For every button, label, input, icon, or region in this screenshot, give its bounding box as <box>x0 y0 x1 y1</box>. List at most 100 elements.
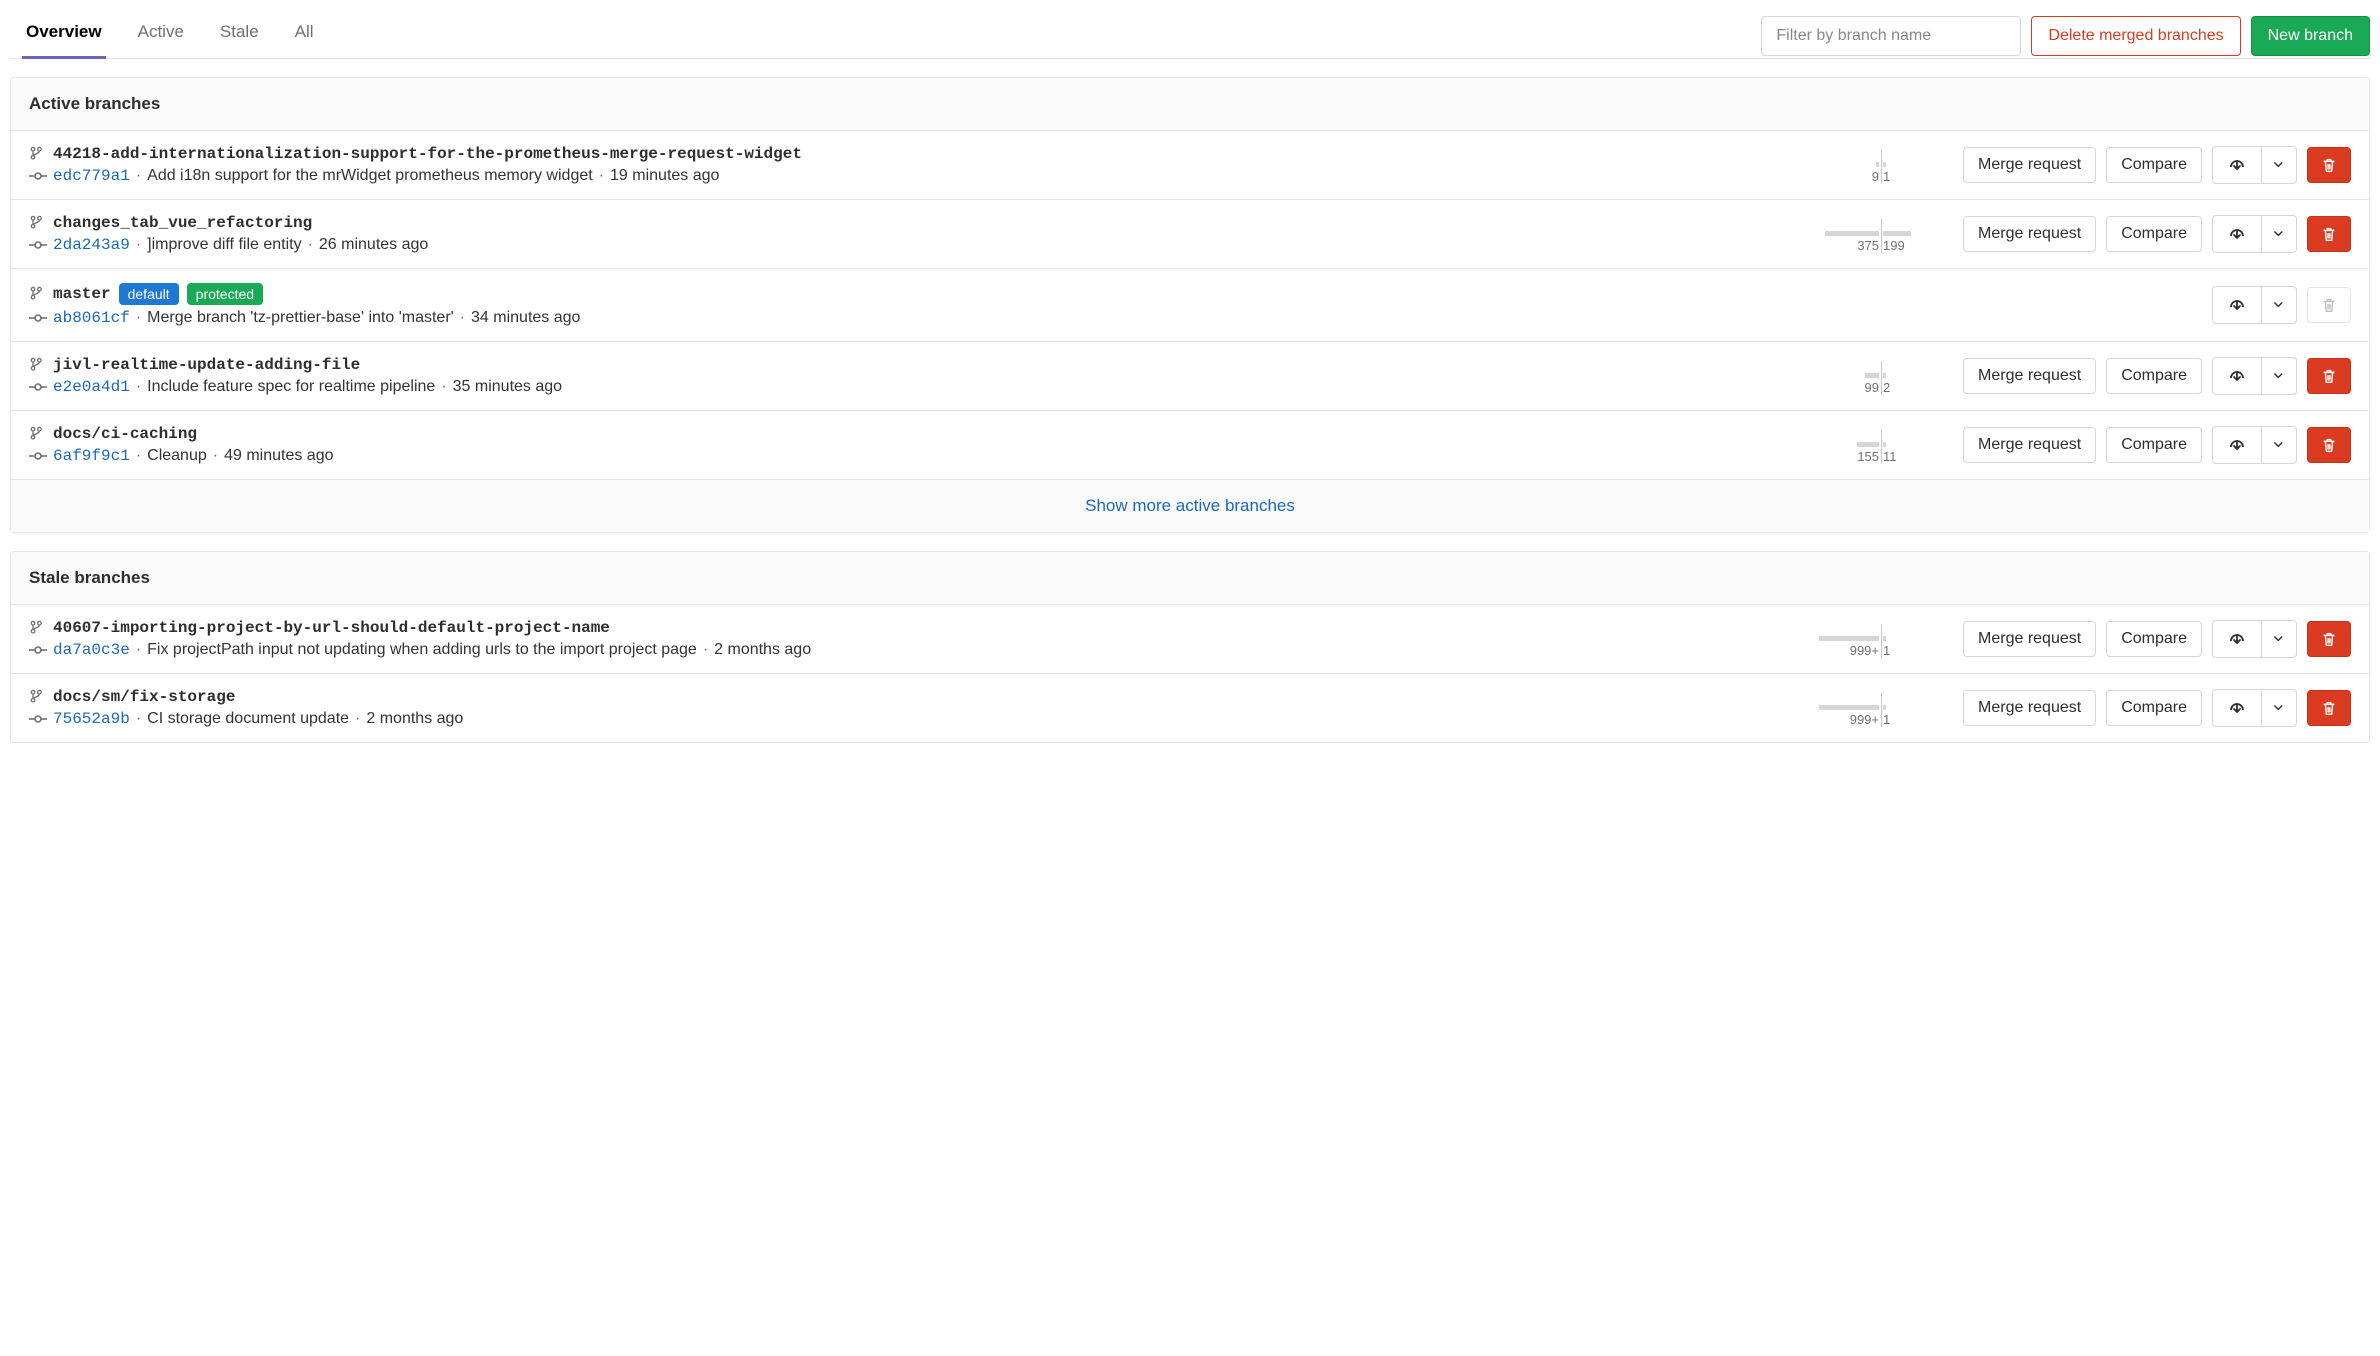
branch-icon <box>29 688 45 706</box>
commit-sha[interactable]: 75652a9b <box>53 710 130 728</box>
ahead-count: 1 <box>1883 169 1890 184</box>
commit-sha[interactable]: da7a0c3e <box>53 641 130 659</box>
divergence-graph: 999+1 <box>1811 689 1951 727</box>
new-branch-button[interactable]: New branch <box>2251 16 2370 56</box>
merge-request-button[interactable]: Merge request <box>1963 358 2096 394</box>
delete-branch-button[interactable] <box>2307 621 2351 657</box>
commit-time: 2 months ago <box>714 641 811 659</box>
commit-sha[interactable]: 2da243a9 <box>53 236 130 254</box>
commit-time: 35 minutes ago <box>453 378 562 396</box>
download-button[interactable] <box>2212 146 2262 184</box>
commit-time: 49 minutes ago <box>224 447 333 465</box>
merge-request-button[interactable]: Merge request <box>1963 216 2096 252</box>
download-button[interactable] <box>2212 286 2262 324</box>
compare-button[interactable]: Compare <box>2106 427 2202 463</box>
commit-sha[interactable]: 6af9f9c1 <box>53 447 130 465</box>
compare-button[interactable]: Compare <box>2106 216 2202 252</box>
download-button[interactable] <box>2212 426 2262 464</box>
commit-time: 19 minutes ago <box>610 167 719 185</box>
commit-message: Fix projectPath input not updating when … <box>147 641 697 659</box>
branch-row: docs/sm/fix-storage75652a9b·CI storage d… <box>11 674 2369 742</box>
delete-branch-button[interactable] <box>2307 690 2351 726</box>
download-dropdown-toggle[interactable] <box>2262 146 2297 184</box>
divergence-graph <box>2060 286 2200 324</box>
trash-icon <box>2320 630 2338 648</box>
branch-row: 40607-importing-project-by-url-should-de… <box>11 605 2369 674</box>
tab-stale[interactable]: Stale <box>216 12 263 59</box>
chevron-down-icon <box>2272 632 2286 646</box>
branch-name[interactable]: 44218-add-internationalization-support-f… <box>53 145 802 163</box>
commit-message: Add i18n support for the mrWidget promet… <box>147 167 593 185</box>
branch-name[interactable]: jivl-realtime-update-adding-file <box>53 356 360 374</box>
download-icon <box>2227 366 2247 386</box>
download-button[interactable] <box>2212 620 2262 658</box>
tab-overview[interactable]: Overview <box>22 12 106 59</box>
commit-icon <box>29 641 47 659</box>
commit-icon <box>29 309 47 327</box>
ahead-count: 1 <box>1883 643 1890 658</box>
branch-section: Active branches44218-add-internationaliz… <box>10 77 2370 533</box>
trash-icon <box>2320 225 2338 243</box>
branch-icon <box>29 285 45 303</box>
commit-message: Cleanup <box>147 447 207 465</box>
commit-icon <box>29 710 47 728</box>
compare-button[interactable]: Compare <box>2106 621 2202 657</box>
behind-count: 9 <box>1872 169 1879 184</box>
delete-branch-button[interactable] <box>2307 216 2351 252</box>
delete-branch-button-disabled <box>2307 287 2351 323</box>
behind-count: 999+ <box>1850 712 1879 727</box>
badge-default: default <box>119 283 179 305</box>
compare-button[interactable]: Compare <box>2106 147 2202 183</box>
behind-count: 999+ <box>1850 643 1879 658</box>
download-dropdown-toggle[interactable] <box>2262 215 2297 253</box>
download-icon <box>2227 155 2247 175</box>
commit-sha[interactable]: e2e0a4d1 <box>53 378 130 396</box>
download-button[interactable] <box>2212 357 2262 395</box>
commit-sha[interactable]: ab8061cf <box>53 309 130 327</box>
merge-request-button[interactable]: Merge request <box>1963 690 2096 726</box>
download-dropdown-toggle[interactable] <box>2262 689 2297 727</box>
badge-protected: protected <box>187 283 263 305</box>
download-dropdown-toggle[interactable] <box>2262 426 2297 464</box>
delete-branch-button[interactable] <box>2307 427 2351 463</box>
download-dropdown-toggle[interactable] <box>2262 357 2297 395</box>
download-button[interactable] <box>2212 215 2262 253</box>
filter-branch-input[interactable] <box>1761 16 2021 56</box>
tab-active[interactable]: Active <box>134 12 188 59</box>
branch-name[interactable]: docs/ci-caching <box>53 425 197 443</box>
download-dropdown-toggle[interactable] <box>2262 286 2297 324</box>
branch-section: Stale branches40607-importing-project-by… <box>10 551 2370 743</box>
commit-sha[interactable]: edc779a1 <box>53 167 130 185</box>
download-dropdown-toggle[interactable] <box>2262 620 2297 658</box>
compare-button[interactable]: Compare <box>2106 358 2202 394</box>
chevron-down-icon <box>2272 701 2286 715</box>
ahead-count: 2 <box>1883 380 1890 395</box>
download-icon <box>2227 435 2247 455</box>
divergence-graph: 91 <box>1811 146 1951 184</box>
branch-row: masterdefaultprotectedab8061cf·Merge bra… <box>11 269 2369 342</box>
compare-button[interactable]: Compare <box>2106 690 2202 726</box>
branch-icon <box>29 425 45 443</box>
show-more-link[interactable]: Show more active branches <box>1085 496 1295 515</box>
merge-request-button[interactable]: Merge request <box>1963 427 2096 463</box>
download-icon <box>2227 698 2247 718</box>
delete-branch-button[interactable] <box>2307 358 2351 394</box>
branch-name[interactable]: changes_tab_vue_refactoring <box>53 214 312 232</box>
tab-all[interactable]: All <box>291 12 318 59</box>
download-button[interactable] <box>2212 689 2262 727</box>
divergence-graph: 375199 <box>1811 215 1951 253</box>
branch-icon <box>29 356 45 374</box>
chevron-down-icon <box>2272 438 2286 452</box>
merge-request-button[interactable]: Merge request <box>1963 147 2096 183</box>
branch-name[interactable]: docs/sm/fix-storage <box>53 688 235 706</box>
divergence-graph: 992 <box>1811 357 1951 395</box>
branch-name[interactable]: master <box>53 285 111 303</box>
commit-message: Include feature spec for realtime pipeli… <box>147 378 435 396</box>
merge-request-button[interactable]: Merge request <box>1963 621 2096 657</box>
trash-icon <box>2320 296 2338 314</box>
delete-merged-branches-button[interactable]: Delete merged branches <box>2031 16 2240 56</box>
branch-name[interactable]: 40607-importing-project-by-url-should-de… <box>53 619 610 637</box>
commit-message: CI storage document update <box>147 710 349 728</box>
behind-count: 155 <box>1857 449 1879 464</box>
delete-branch-button[interactable] <box>2307 147 2351 183</box>
